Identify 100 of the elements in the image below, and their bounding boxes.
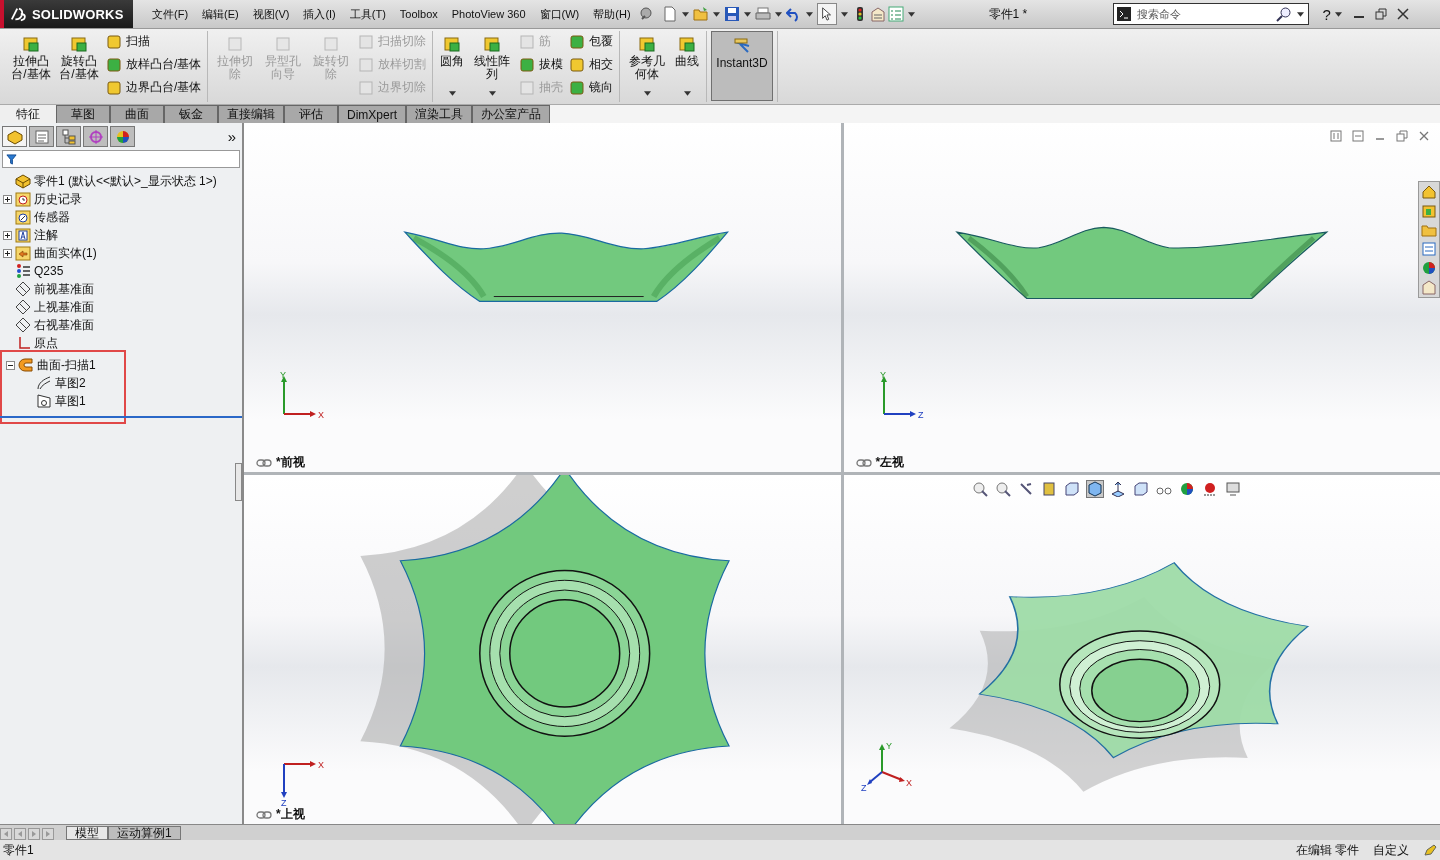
model-tab[interactable]: 运动算例1 bbox=[108, 826, 181, 840]
caret-icon[interactable] bbox=[907, 11, 915, 17]
menu-item[interactable]: 帮助(H) bbox=[586, 6, 638, 22]
viewport[interactable]: Y X *前视 bbox=[244, 123, 841, 472]
search-field[interactable]: 搜索命令 bbox=[1134, 7, 1273, 21]
ribbon-button[interactable]: 包覆 bbox=[567, 31, 616, 52]
link-views-icon[interactable] bbox=[855, 457, 872, 468]
expand-toggle[interactable] bbox=[3, 230, 12, 240]
menu-item[interactable]: 视图(V) bbox=[245, 6, 297, 22]
zoom-area-icon[interactable] bbox=[994, 481, 1011, 497]
restore-icon[interactable] bbox=[1396, 130, 1408, 142]
menu-item[interactable]: 编辑(E) bbox=[195, 6, 246, 22]
caret-icon[interactable] bbox=[712, 11, 720, 17]
expand-panel-button[interactable]: » bbox=[227, 128, 236, 145]
select-button[interactable] bbox=[816, 3, 837, 25]
ribbon-button[interactable]: 扫描 bbox=[104, 31, 204, 52]
expand-toggle[interactable] bbox=[3, 194, 12, 204]
save-icon[interactable] bbox=[723, 6, 740, 22]
scene-icon[interactable] bbox=[1201, 481, 1218, 497]
filter-field[interactable] bbox=[2, 150, 240, 168]
tree-item[interactable]: 曲面实体(1) bbox=[34, 244, 97, 262]
expand-toggle[interactable] bbox=[3, 248, 12, 258]
zoom-to-fit-icon[interactable] bbox=[971, 481, 988, 497]
display-style-icon[interactable] bbox=[1132, 481, 1149, 497]
ribbon-button[interactable]: 相交 bbox=[567, 54, 616, 75]
ribbon-button[interactable]: 曲线 bbox=[672, 31, 703, 101]
collapse-handle[interactable] bbox=[235, 463, 242, 501]
checklist-icon[interactable] bbox=[887, 6, 904, 22]
crosshair-tab[interactable] bbox=[83, 126, 108, 147]
tile-icon[interactable] bbox=[1330, 130, 1342, 142]
tree-item[interactable]: 上视基准面 bbox=[34, 298, 94, 316]
command-tab[interactable]: 渲染工具 bbox=[406, 105, 472, 123]
ribbon-button[interactable]: 旋转凸台/基体 bbox=[56, 31, 102, 101]
appearance-icon[interactable] bbox=[1178, 481, 1195, 497]
tree-item[interactable]: 注解 bbox=[34, 226, 58, 244]
monitor-icon[interactable] bbox=[1224, 481, 1241, 497]
ribbon-button[interactable]: 放样凸台/基体 bbox=[104, 54, 204, 75]
feature-tree-tab[interactable] bbox=[2, 126, 27, 147]
color-wheel-tab[interactable] bbox=[110, 126, 135, 147]
tree-item[interactable]: 草图1 bbox=[55, 392, 86, 410]
ribbon-button[interactable]: Instant3D bbox=[711, 31, 773, 101]
caret-icon[interactable] bbox=[840, 11, 848, 17]
view-palette-icon[interactable] bbox=[1421, 241, 1437, 257]
tree-item[interactable]: 原点 bbox=[34, 334, 58, 352]
normal-to-icon[interactable] bbox=[1109, 481, 1126, 497]
tree-item[interactable]: 传感器 bbox=[34, 208, 70, 226]
tree-item[interactable]: 草图2 bbox=[55, 374, 86, 392]
link-views-icon[interactable] bbox=[256, 809, 272, 820]
ribbon-button[interactable]: 拉伸凸台/基体 bbox=[8, 31, 54, 101]
menu-item[interactable]: PhotoView 360 bbox=[444, 8, 533, 20]
menu-item[interactable]: Toolbox bbox=[392, 8, 445, 20]
command-tab[interactable]: 曲面 bbox=[110, 105, 164, 123]
configuration-tab[interactable] bbox=[56, 126, 81, 147]
expand-toggle[interactable] bbox=[6, 360, 15, 370]
viewport[interactable]: Y X Z bbox=[843, 475, 1440, 824]
caret-icon[interactable] bbox=[681, 11, 689, 17]
link-views-icon[interactable] bbox=[256, 457, 272, 468]
menu-item[interactable]: 窗口(W) bbox=[532, 6, 587, 22]
tree-item[interactable]: 零件1 (默认<<默认>_显示状态 1>) bbox=[34, 172, 217, 190]
caret-icon[interactable] bbox=[743, 11, 751, 17]
ribbon-button[interactable]: 圆角 bbox=[437, 31, 468, 101]
command-tab[interactable]: 特征 bbox=[0, 105, 56, 123]
tree-item[interactable]: 历史记录 bbox=[34, 190, 82, 208]
split-icon[interactable] bbox=[1352, 130, 1364, 142]
folder-icon[interactable] bbox=[1421, 222, 1437, 238]
command-tab[interactable]: 评估 bbox=[284, 105, 338, 123]
tree-item[interactable]: 右视基准面 bbox=[34, 316, 94, 334]
tree-item[interactable]: 曲面-扫描1 bbox=[37, 356, 96, 374]
pencil-icon[interactable] bbox=[1423, 843, 1437, 857]
menu-item[interactable]: 文件(F) bbox=[145, 6, 196, 22]
viewport[interactable]: X Z *上视 bbox=[244, 475, 841, 824]
ribbon-button[interactable]: 镜向 bbox=[567, 77, 616, 98]
property-tab[interactable] bbox=[29, 126, 54, 147]
caret-icon[interactable] bbox=[1296, 11, 1304, 17]
help-button[interactable]: ? bbox=[1322, 5, 1331, 23]
view-orientation-icon[interactable] bbox=[1063, 481, 1080, 497]
viewport[interactable]: Y Z *左视 bbox=[843, 123, 1440, 472]
tree-item[interactable]: 前视基准面 bbox=[34, 280, 94, 298]
caret-icon[interactable] bbox=[1334, 11, 1342, 17]
caret-icon[interactable] bbox=[805, 11, 813, 17]
appearance-icon[interactable] bbox=[1421, 260, 1437, 276]
pin-icon[interactable] bbox=[637, 6, 654, 22]
print-icon[interactable] bbox=[754, 6, 771, 22]
close-icon[interactable] bbox=[1395, 7, 1410, 21]
tree-item[interactable]: Q235 bbox=[34, 264, 64, 278]
menu-item[interactable]: 工具(T) bbox=[342, 6, 393, 22]
command-tab[interactable]: 办公室产品 bbox=[472, 105, 550, 123]
command-tab[interactable]: 草图 bbox=[56, 105, 110, 123]
model-tab[interactable]: 模型 bbox=[66, 826, 108, 840]
ribbon-button[interactable]: 边界凸台/基体 bbox=[104, 77, 204, 98]
command-tab[interactable]: 钣金 bbox=[164, 105, 218, 123]
home-icon[interactable] bbox=[1421, 184, 1437, 200]
search-box[interactable]: 搜索命令 bbox=[1112, 3, 1309, 25]
restore-icon[interactable] bbox=[1373, 7, 1388, 21]
shaded-cube-icon[interactable] bbox=[1086, 481, 1103, 497]
command-tab[interactable]: 直接编辑 bbox=[218, 105, 284, 123]
menu-item[interactable]: 插入(I) bbox=[296, 6, 343, 22]
ribbon-button[interactable]: 拔模 bbox=[517, 54, 566, 75]
search-icon[interactable] bbox=[1275, 6, 1292, 22]
caret-icon[interactable] bbox=[774, 11, 782, 17]
